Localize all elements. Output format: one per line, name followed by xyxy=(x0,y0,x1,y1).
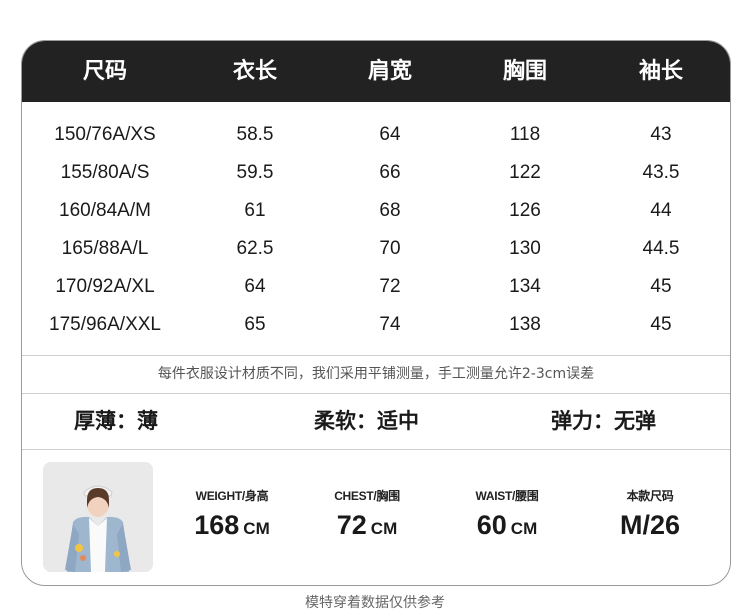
cell-shoulder: 66 xyxy=(379,162,401,183)
table-row: 175/96A/XXL 65 74 138 45 xyxy=(22,306,730,344)
header-size: 尺码 xyxy=(82,59,127,84)
cell-sleeve: 45 xyxy=(650,276,672,297)
cell-length: 61 xyxy=(244,200,266,221)
chest-label: CHEST/胸围 xyxy=(334,489,400,503)
chest-value-line: 72 CM xyxy=(327,510,407,541)
measurement-note: 每件衣服设计材质不同，我们采用平铺测量，手工测量允许2-3cm误差 xyxy=(22,355,730,394)
cell-shoulder: 74 xyxy=(379,314,401,335)
cell-size: 155/80A/S xyxy=(60,162,150,183)
cell-chest: 126 xyxy=(509,200,541,221)
table-row: 160/84A/M 61 68 126 44 xyxy=(22,192,730,230)
cell-shoulder: 70 xyxy=(379,238,401,259)
cell-size: 150/76A/XS xyxy=(54,124,156,145)
height-label: WEIGHT/身高 xyxy=(195,489,269,503)
table-row: 170/92A/XL 64 72 134 45 xyxy=(22,268,730,306)
cell-chest: 134 xyxy=(509,276,541,297)
cell-shoulder: 72 xyxy=(379,276,401,297)
size-chart-card: 尺码 衣长 肩宽 胸围 袖长 150/76A/XS 58.5 64 118 43… xyxy=(21,40,731,586)
cell-chest: 130 xyxy=(509,238,541,259)
cell-sleeve: 43.5 xyxy=(642,162,680,183)
model-size: 本款尺码 M/26 xyxy=(610,487,690,541)
waist-value-line: 60 CM xyxy=(467,510,547,541)
property-softness: 柔软：适中 xyxy=(314,409,419,433)
cell-size: 170/92A/XL xyxy=(55,276,155,297)
cell-length: 65 xyxy=(244,314,266,335)
property-elasticity: 弹力：无弹 xyxy=(551,409,656,433)
header-chest: 胸围 xyxy=(502,59,547,84)
fabric-properties: 厚薄：薄 柔软：适中 弹力：无弹 xyxy=(22,393,730,450)
cell-length: 58.5 xyxy=(236,124,274,145)
chest-value: 72 xyxy=(336,510,367,540)
size-label: 本款尺码 xyxy=(626,489,674,503)
cell-length: 59.5 xyxy=(236,162,274,183)
cell-shoulder: 68 xyxy=(379,200,401,221)
cell-length: 64 xyxy=(244,276,266,297)
cell-sleeve: 44.5 xyxy=(642,238,680,259)
height-unit: CM xyxy=(243,519,270,538)
header-sleeve: 袖长 xyxy=(638,59,683,84)
model-figure-icon xyxy=(43,462,153,572)
cell-length: 62.5 xyxy=(236,238,274,259)
waist-unit: CM xyxy=(510,519,538,538)
property-thickness: 厚薄：薄 xyxy=(74,409,158,433)
waist-label: WAIST/腰围 xyxy=(475,489,539,503)
cell-sleeve: 45 xyxy=(650,314,672,335)
cell-shoulder: 64 xyxy=(379,124,401,145)
cell-chest: 118 xyxy=(509,124,541,145)
model-height: WEIGHT/身高 168 CM xyxy=(192,487,272,541)
cell-sleeve: 43 xyxy=(650,124,672,145)
cell-size: 165/88A/L xyxy=(61,238,149,259)
waist-value: 60 xyxy=(476,510,507,540)
size-value: M/26 xyxy=(619,510,681,540)
cell-size: 160/84A/M xyxy=(59,200,151,221)
model-chest: CHEST/胸围 72 CM xyxy=(327,487,407,541)
chest-unit: CM xyxy=(370,519,398,538)
height-value: 168 xyxy=(194,510,240,540)
cell-sleeve: 44 xyxy=(650,200,672,221)
table-row: 165/88A/L 62.5 70 130 44.5 xyxy=(22,230,730,268)
height-value-line: 168 CM xyxy=(192,510,272,541)
table-row: 155/80A/S 59.5 66 122 43.5 xyxy=(22,154,730,192)
cell-chest: 138 xyxy=(509,314,541,335)
size-table-body: 150/76A/XS 58.5 64 118 43 155/80A/S 59.5… xyxy=(22,116,730,344)
footer-disclaimer: 模特穿着数据仅供参考 xyxy=(305,595,445,611)
cell-chest: 122 xyxy=(509,162,541,183)
table-header: 尺码 衣长 肩宽 胸围 袖长 xyxy=(22,41,730,102)
header-length: 衣长 xyxy=(232,59,277,84)
model-waist: WAIST/腰围 60 CM xyxy=(467,487,547,541)
cell-size: 175/96A/XXL xyxy=(49,314,161,335)
table-row: 150/76A/XS 58.5 64 118 43 xyxy=(22,116,730,154)
model-photo xyxy=(43,462,153,572)
header-shoulder: 肩宽 xyxy=(367,59,412,84)
